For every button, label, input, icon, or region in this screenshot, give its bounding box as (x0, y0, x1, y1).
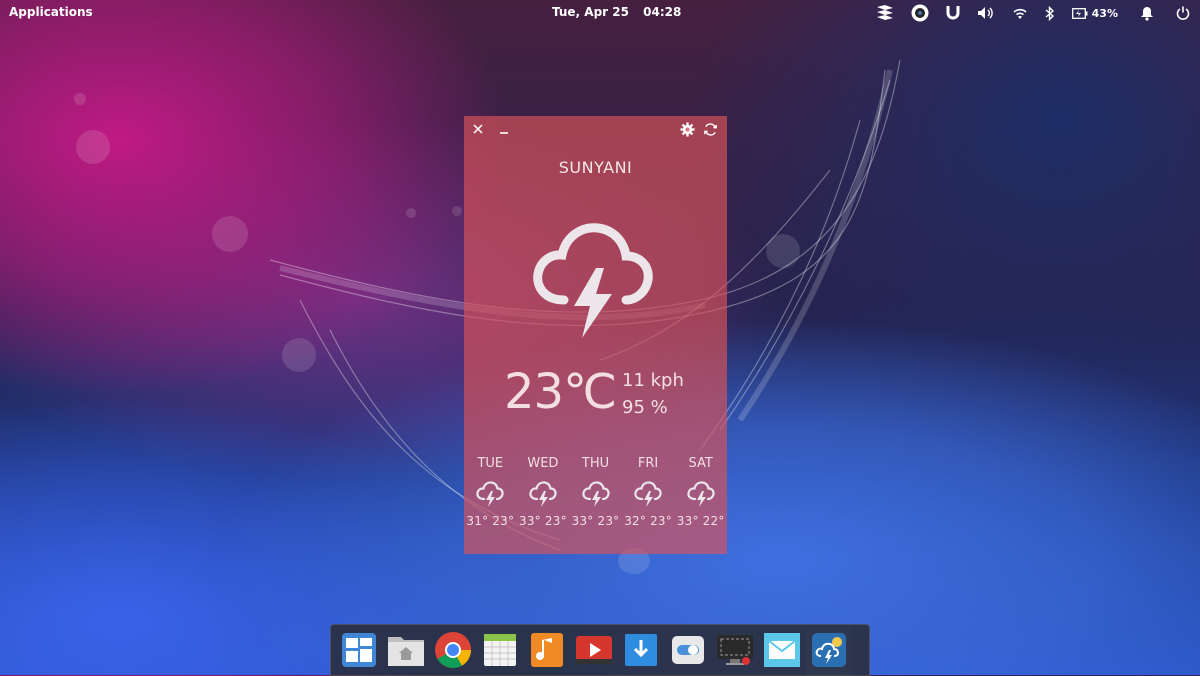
forecast-temps: 33° 23° (571, 514, 620, 528)
indicator-area: 43% (859, 3, 1190, 23)
wifi-icon[interactable] (1012, 7, 1028, 20)
power-icon[interactable] (1176, 6, 1190, 20)
top-panel: Applications Tue, Apr 25 04:28 43% (0, 0, 1200, 26)
humidity: 95 % (622, 397, 668, 418)
files-icon[interactable] (386, 630, 426, 670)
downloads-icon[interactable] (621, 630, 661, 670)
forecast-day-name: SAT (688, 456, 713, 471)
multitasking-view-icon[interactable] (339, 630, 379, 670)
current-temperature: 23℃ (504, 364, 617, 420)
volume-icon[interactable] (977, 6, 995, 20)
forecast-day: SAT 33° 22° (674, 456, 727, 528)
close-button[interactable] (469, 120, 487, 138)
weather-window: SUNYANI 23℃ 11 kph 95 % TUE 31° 23° WED … (464, 116, 727, 554)
forecast-day-name: THU (581, 456, 610, 471)
wallpaper-bokeh (766, 234, 800, 268)
gear-icon (679, 121, 695, 137)
forecast-temps: 32° 23° (624, 514, 672, 528)
minimize-icon (500, 132, 508, 134)
forecast-temps: 33° 22° (676, 514, 725, 528)
wind-speed: 11 kph (622, 370, 684, 391)
forecast-day: FRI 32° 23° (622, 456, 675, 528)
forecast-day: WED 33° 23° (517, 456, 570, 528)
forecast-day: THU 33° 23° (569, 456, 622, 528)
wallpaper-bokeh (282, 338, 316, 372)
chrome-icon[interactable] (433, 630, 473, 670)
date-label: Tue, Apr 25 (552, 5, 629, 19)
settings-button[interactable] (678, 120, 696, 138)
minimize-button[interactable] (495, 120, 513, 138)
forecast-day-name: FRI (637, 456, 659, 471)
applications-menu[interactable]: Applications (9, 5, 93, 19)
stack-icon[interactable] (876, 5, 894, 21)
notification-bell-icon[interactable] (1140, 6, 1154, 21)
switchboard-settings-icon[interactable] (668, 630, 708, 670)
battery-icon (1071, 7, 1088, 19)
wallpaper-bokeh (74, 93, 86, 105)
forecast-day: TUE 31° 23° (464, 456, 517, 528)
battery-indicator[interactable]: 43% (1071, 6, 1118, 20)
thunderstorm-icon (464, 476, 517, 512)
battery-percentage: 43% (1091, 6, 1118, 20)
magnet-icon[interactable] (946, 5, 960, 21)
eye-icon[interactable] (911, 4, 929, 22)
wallpaper-bokeh (452, 206, 462, 216)
wallpaper-bokeh (212, 216, 248, 252)
forecast-row: TUE 31° 23° WED 33° 23° THU 33° 23° FRI … (464, 456, 727, 528)
music-icon[interactable] (527, 630, 567, 670)
bluetooth-icon[interactable] (1045, 5, 1055, 21)
forecast-temps: 31° 23° (466, 514, 515, 528)
forecast-day-name: WED (527, 456, 559, 471)
refresh-icon (703, 122, 717, 136)
thunderstorm-icon (622, 476, 675, 512)
screenshot-icon[interactable] (715, 630, 755, 670)
wallpaper-bokeh (76, 130, 110, 164)
forecast-temps: 33° 23° (519, 514, 567, 528)
videos-icon[interactable] (574, 630, 614, 670)
thunderstorm-icon (530, 218, 654, 346)
forecast-day-name: TUE (477, 456, 504, 471)
close-icon (473, 124, 483, 134)
time-label: 04:28 (643, 5, 682, 19)
mail-icon[interactable] (762, 630, 802, 670)
weather-app-icon[interactable] (806, 628, 852, 676)
thunderstorm-icon (674, 476, 727, 512)
wallpaper-bokeh (406, 208, 416, 218)
thunderstorm-icon (517, 476, 570, 512)
thunderstorm-icon (569, 476, 622, 512)
city-name: SUNYANI (558, 158, 633, 177)
dock (330, 624, 870, 676)
calendar-icon[interactable] (480, 630, 520, 670)
refresh-button[interactable] (701, 120, 719, 138)
date-time[interactable]: Tue, Apr 25 04:28 (552, 5, 691, 19)
window-titlebar[interactable] (464, 116, 727, 142)
